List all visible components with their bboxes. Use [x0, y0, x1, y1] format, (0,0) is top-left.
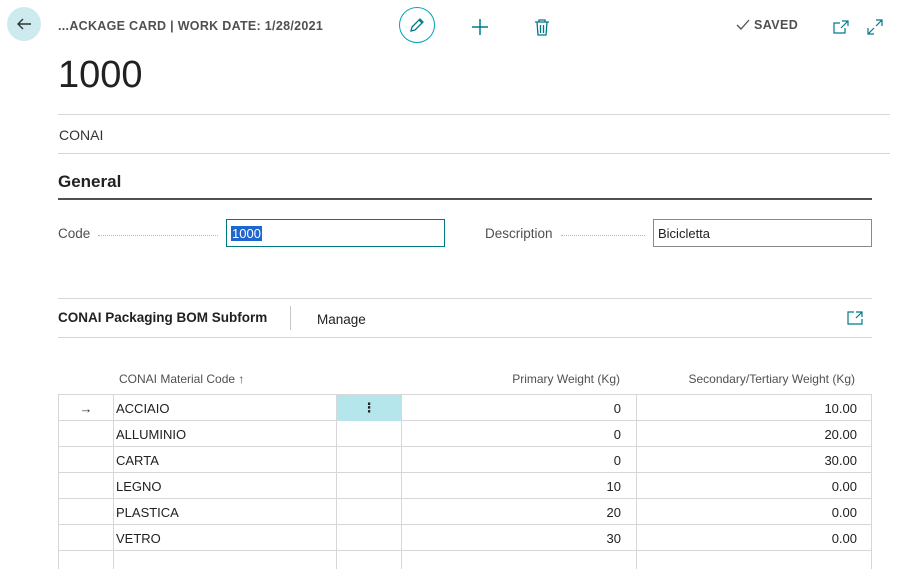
code-label-text: Code	[58, 225, 91, 241]
table-row-secondary-weight[interactable]: 20.00	[637, 421, 857, 447]
table-row-secondary-weight[interactable]: 0.00	[637, 473, 857, 499]
table-row-primary-weight[interactable]: 0	[402, 447, 621, 473]
expand-button[interactable]	[865, 17, 885, 37]
table-row-material[interactable]: VETRO	[116, 525, 334, 551]
description-value: Bicicletta	[658, 225, 711, 241]
table-row-primary-weight[interactable]: 30	[402, 525, 621, 551]
label-leader-dots	[560, 234, 645, 236]
table-row-primary-weight[interactable]: 20	[402, 499, 621, 525]
table-row-secondary-weight[interactable]: 10.00	[637, 395, 857, 421]
subform-separator	[290, 306, 291, 330]
subform-title[interactable]: CONAI Packaging BOM Subform	[58, 310, 267, 325]
trash-icon	[535, 19, 549, 36]
page-title: 1000	[58, 54, 143, 96]
table-row-material[interactable]: LEGNO	[116, 473, 334, 499]
saved-status: SAVED	[736, 18, 798, 32]
page-subtitle: CONAI	[59, 127, 104, 143]
table-row-primary-weight[interactable]: 0	[402, 421, 621, 447]
code-field[interactable]: 1000	[226, 219, 445, 247]
edit-button[interactable]	[399, 7, 435, 43]
open-in-new-window-icon	[833, 20, 849, 34]
divider	[58, 114, 890, 115]
section-underline	[58, 198, 872, 200]
new-button[interactable]	[468, 15, 492, 39]
section-general-title[interactable]: General	[58, 172, 121, 192]
open-in-new-window-icon	[847, 311, 863, 325]
table-row-secondary-weight[interactable]: 30.00	[637, 447, 857, 473]
arrow-left-icon	[17, 18, 31, 30]
code-label: Code	[58, 225, 226, 241]
subform-header-divider	[58, 337, 872, 338]
back-button[interactable]	[7, 7, 41, 41]
manage-menu[interactable]: Manage	[317, 312, 366, 327]
new-row-material-cell[interactable]	[114, 551, 336, 569]
description-label-text: Description	[485, 225, 553, 241]
breadcrumb: ...ACKAGE CARD | WORK DATE: 1/28/2021	[58, 19, 324, 33]
table-row-material[interactable]: PLASTICA	[116, 499, 334, 525]
description-label: Description	[485, 225, 653, 241]
column-header-material-text: CONAI Material Code	[119, 372, 236, 386]
column-header-secondary[interactable]: Secondary/Tertiary Weight (Kg)	[636, 372, 855, 386]
subform-top-divider	[58, 298, 872, 299]
delete-button[interactable]	[530, 15, 554, 39]
label-leader-dots	[98, 234, 218, 236]
row-actions-menu-button[interactable]: ⋮	[337, 395, 401, 421]
sort-ascending-icon: ↑	[238, 372, 245, 386]
open-new-window-button[interactable]	[831, 18, 851, 36]
table-row-material[interactable]: ACCIAIO	[116, 395, 334, 421]
column-header-material[interactable]: CONAI Material Code ↑	[119, 372, 244, 386]
description-field[interactable]: Bicicletta	[653, 219, 872, 247]
table-row-secondary-weight[interactable]: 0.00	[637, 525, 857, 551]
table-row-secondary-weight[interactable]: 0.00	[637, 499, 857, 525]
table-row-primary-weight[interactable]: 0	[402, 395, 621, 421]
subform-open-button[interactable]	[846, 310, 864, 326]
divider	[58, 153, 890, 154]
table-row-material[interactable]: CARTA	[116, 447, 334, 473]
plus-icon	[472, 19, 488, 35]
checkmark-icon	[736, 19, 750, 30]
current-row-indicator: →	[79, 400, 93, 416]
column-header-primary[interactable]: Primary Weight (Kg)	[402, 372, 620, 386]
expand-icon	[867, 19, 883, 35]
table-row-primary-weight[interactable]: 10	[402, 473, 621, 499]
pencil-icon	[410, 18, 424, 32]
table-row-material[interactable]: ALLUMINIO	[116, 421, 334, 447]
code-value: 1000	[231, 225, 262, 241]
saved-label: SAVED	[754, 18, 799, 32]
